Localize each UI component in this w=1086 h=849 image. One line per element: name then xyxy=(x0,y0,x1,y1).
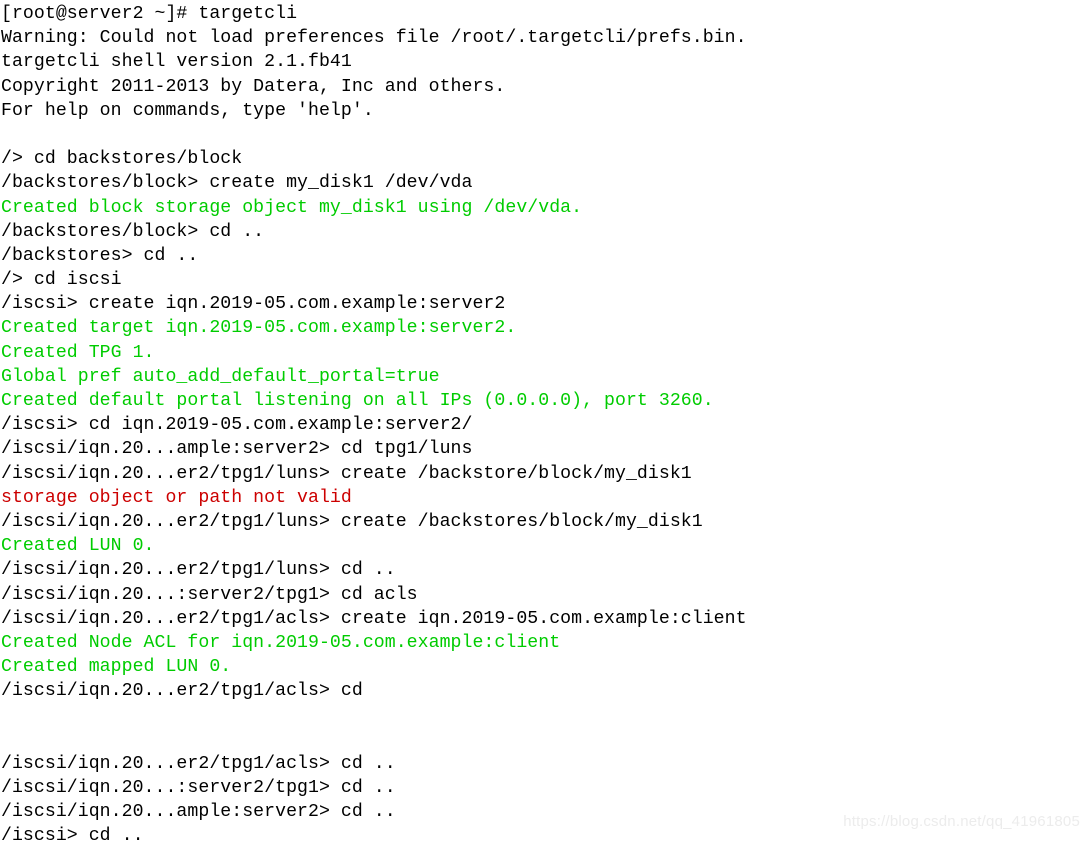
terminal-line: For help on commands, type 'help'. xyxy=(1,100,374,121)
terminal-line: /iscsi/iqn.20...ample:server2> cd tpg1/l… xyxy=(1,439,473,460)
terminal-line: Created block storage object my_disk1 us… xyxy=(1,197,583,218)
terminal-line: /iscsi/iqn.20...er2/tpg1/luns> cd .. xyxy=(1,560,396,581)
terminal-line: /iscsi/iqn.20...er2/tpg1/luns> create /b… xyxy=(1,463,692,484)
terminal-line: /iscsi/iqn.20...:server2/tpg1> cd acls xyxy=(1,584,418,605)
terminal-line: /backstores/block> cd .. xyxy=(1,221,265,242)
terminal-output[interactable]: [root@server2 ~]# targetcli Warning: Coul… xyxy=(0,0,1086,846)
terminal-line: Created Node ACL for iqn.2019-05.com.exa… xyxy=(1,632,561,653)
watermark-text: https://blog.csdn.net/qq_41961805 xyxy=(843,813,1080,830)
terminal-line: storage object or path not valid xyxy=(1,487,352,508)
terminal-line: /iscsi/iqn.20...er2/tpg1/acls> cd .. xyxy=(1,753,396,774)
terminal-line: targetcli shell version 2.1.fb41 xyxy=(1,52,352,73)
terminal-line: /> cd iscsi xyxy=(1,270,122,291)
terminal-line: Copyright 2011-2013 by Datera, Inc and o… xyxy=(1,76,506,97)
terminal-line: /backstores/block> create my_disk1 /dev/… xyxy=(1,173,473,194)
terminal-line: Created target iqn.2019-05.com.example:s… xyxy=(1,318,517,339)
terminal-line: /iscsi> cd iqn.2019-05.com.example:serve… xyxy=(1,415,473,436)
terminal-line: Created TPG 1. xyxy=(1,342,155,363)
terminal-line: /iscsi> create iqn.2019-05.com.example:s… xyxy=(1,294,506,315)
terminal-line: Created mapped LUN 0. xyxy=(1,657,232,678)
terminal-line: /iscsi/iqn.20...er2/tpg1/acls> cd xyxy=(1,681,363,702)
terminal-line: /iscsi/iqn.20...:server2/tpg1> cd .. xyxy=(1,778,396,798)
terminal-line: Created LUN 0. xyxy=(1,536,155,557)
terminal-line: /iscsi/iqn.20...er2/tpg1/luns> create /b… xyxy=(1,511,703,532)
terminal-line: Created default portal listening on all … xyxy=(1,391,714,411)
terminal-line: [root@server2 ~]# targetcli xyxy=(1,4,298,24)
terminal-line: /iscsi/iqn.20...er2/tpg1/acls> create iq… xyxy=(1,608,747,629)
terminal-line: Global pref auto_add_default_portal=true xyxy=(1,366,440,387)
terminal-line: /backstores> cd .. xyxy=(1,245,199,266)
terminal-line: Warning: Could not load preferences file… xyxy=(1,28,747,49)
terminal-line: /> cd backstores/block xyxy=(1,149,243,170)
